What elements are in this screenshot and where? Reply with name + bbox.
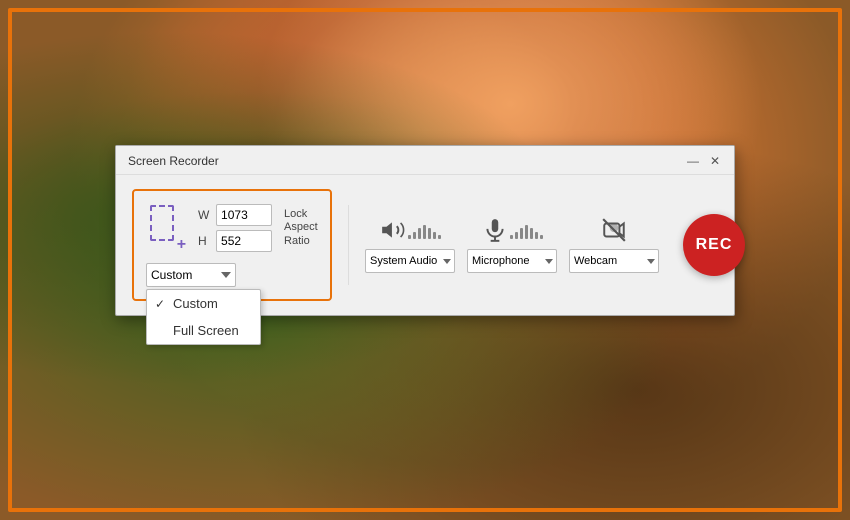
vol-bar-3 (418, 228, 421, 239)
mic-vol-bar-3 (520, 228, 523, 239)
system-audio-control: System Audio (365, 217, 455, 273)
dialog-body: W H Lock AspectRatio Custom Full Screen (116, 175, 734, 315)
titlebar-controls: — ✕ (686, 154, 722, 168)
microphone-control: Microphone (467, 217, 557, 273)
dropdown-item-fullscreen[interactable]: Full Screen (147, 317, 260, 344)
vol-bar-5 (428, 228, 431, 239)
width-input[interactable] (216, 204, 272, 226)
dashed-box (150, 205, 174, 241)
webcam-dropdown[interactable]: Webcam (569, 249, 659, 273)
system-audio-vol-bars (408, 221, 441, 239)
dropdown-item-custom[interactable]: ✓ Custom (147, 290, 260, 317)
mic-vol-bar-7 (540, 235, 543, 239)
vol-bar-1 (408, 235, 411, 239)
close-button[interactable]: ✕ (708, 154, 722, 168)
dropdown-custom-label: Custom (173, 296, 218, 311)
screen-recorder-dialog: Screen Recorder — ✕ W (115, 145, 735, 316)
microphone-dropdown[interactable]: Microphone (467, 249, 557, 273)
height-input[interactable] (216, 230, 272, 252)
vol-bar-4 (423, 225, 426, 239)
microphone-icon (482, 217, 508, 243)
webcam-off-icon (601, 217, 627, 243)
height-label: H (198, 234, 212, 248)
mic-vol-bar-2 (515, 232, 518, 239)
rec-button[interactable]: REC (683, 214, 745, 276)
titlebar: Screen Recorder — ✕ (116, 146, 734, 175)
checkmark-icon: ✓ (155, 297, 165, 311)
mode-select[interactable]: Custom Full Screen (146, 263, 236, 287)
vol-bar-6 (433, 232, 436, 239)
webcam-control: Webcam (569, 217, 659, 273)
microphone-icon-row (482, 217, 543, 243)
mic-vol-bars (510, 221, 543, 239)
height-row: H (198, 230, 272, 252)
panel-separator (348, 205, 349, 285)
system-audio-icon-row (380, 217, 441, 243)
mic-vol-bar-1 (510, 235, 513, 239)
width-row: W (198, 204, 272, 226)
speaker-icon (380, 217, 406, 243)
webcam-icon-row (601, 217, 627, 243)
system-audio-dropdown[interactable]: System Audio (365, 249, 455, 273)
vol-bar-2 (413, 232, 416, 239)
minimize-button[interactable]: — (686, 154, 700, 168)
dialog-title: Screen Recorder (128, 154, 219, 168)
record-area-panel: W H Lock AspectRatio Custom Full Screen (132, 189, 332, 301)
width-label: W (198, 208, 212, 222)
dropdown-fullscreen-label: Full Screen (173, 323, 239, 338)
mic-vol-bar-6 (535, 232, 538, 239)
vol-bar-7 (438, 235, 441, 239)
mic-vol-bar-5 (530, 228, 533, 239)
wh-inputs: W H (198, 204, 272, 252)
mic-vol-bar-4 (525, 225, 528, 239)
lock-aspect-ratio-label: Lock AspectRatio (284, 208, 318, 248)
dropdown-menu: ✓ Custom Full Screen (146, 289, 261, 345)
rec-label: REC (696, 236, 733, 254)
av-panel: System Audio (365, 217, 659, 273)
selection-area-icon (146, 201, 186, 251)
mode-controls-row: Custom Full Screen (146, 263, 318, 287)
